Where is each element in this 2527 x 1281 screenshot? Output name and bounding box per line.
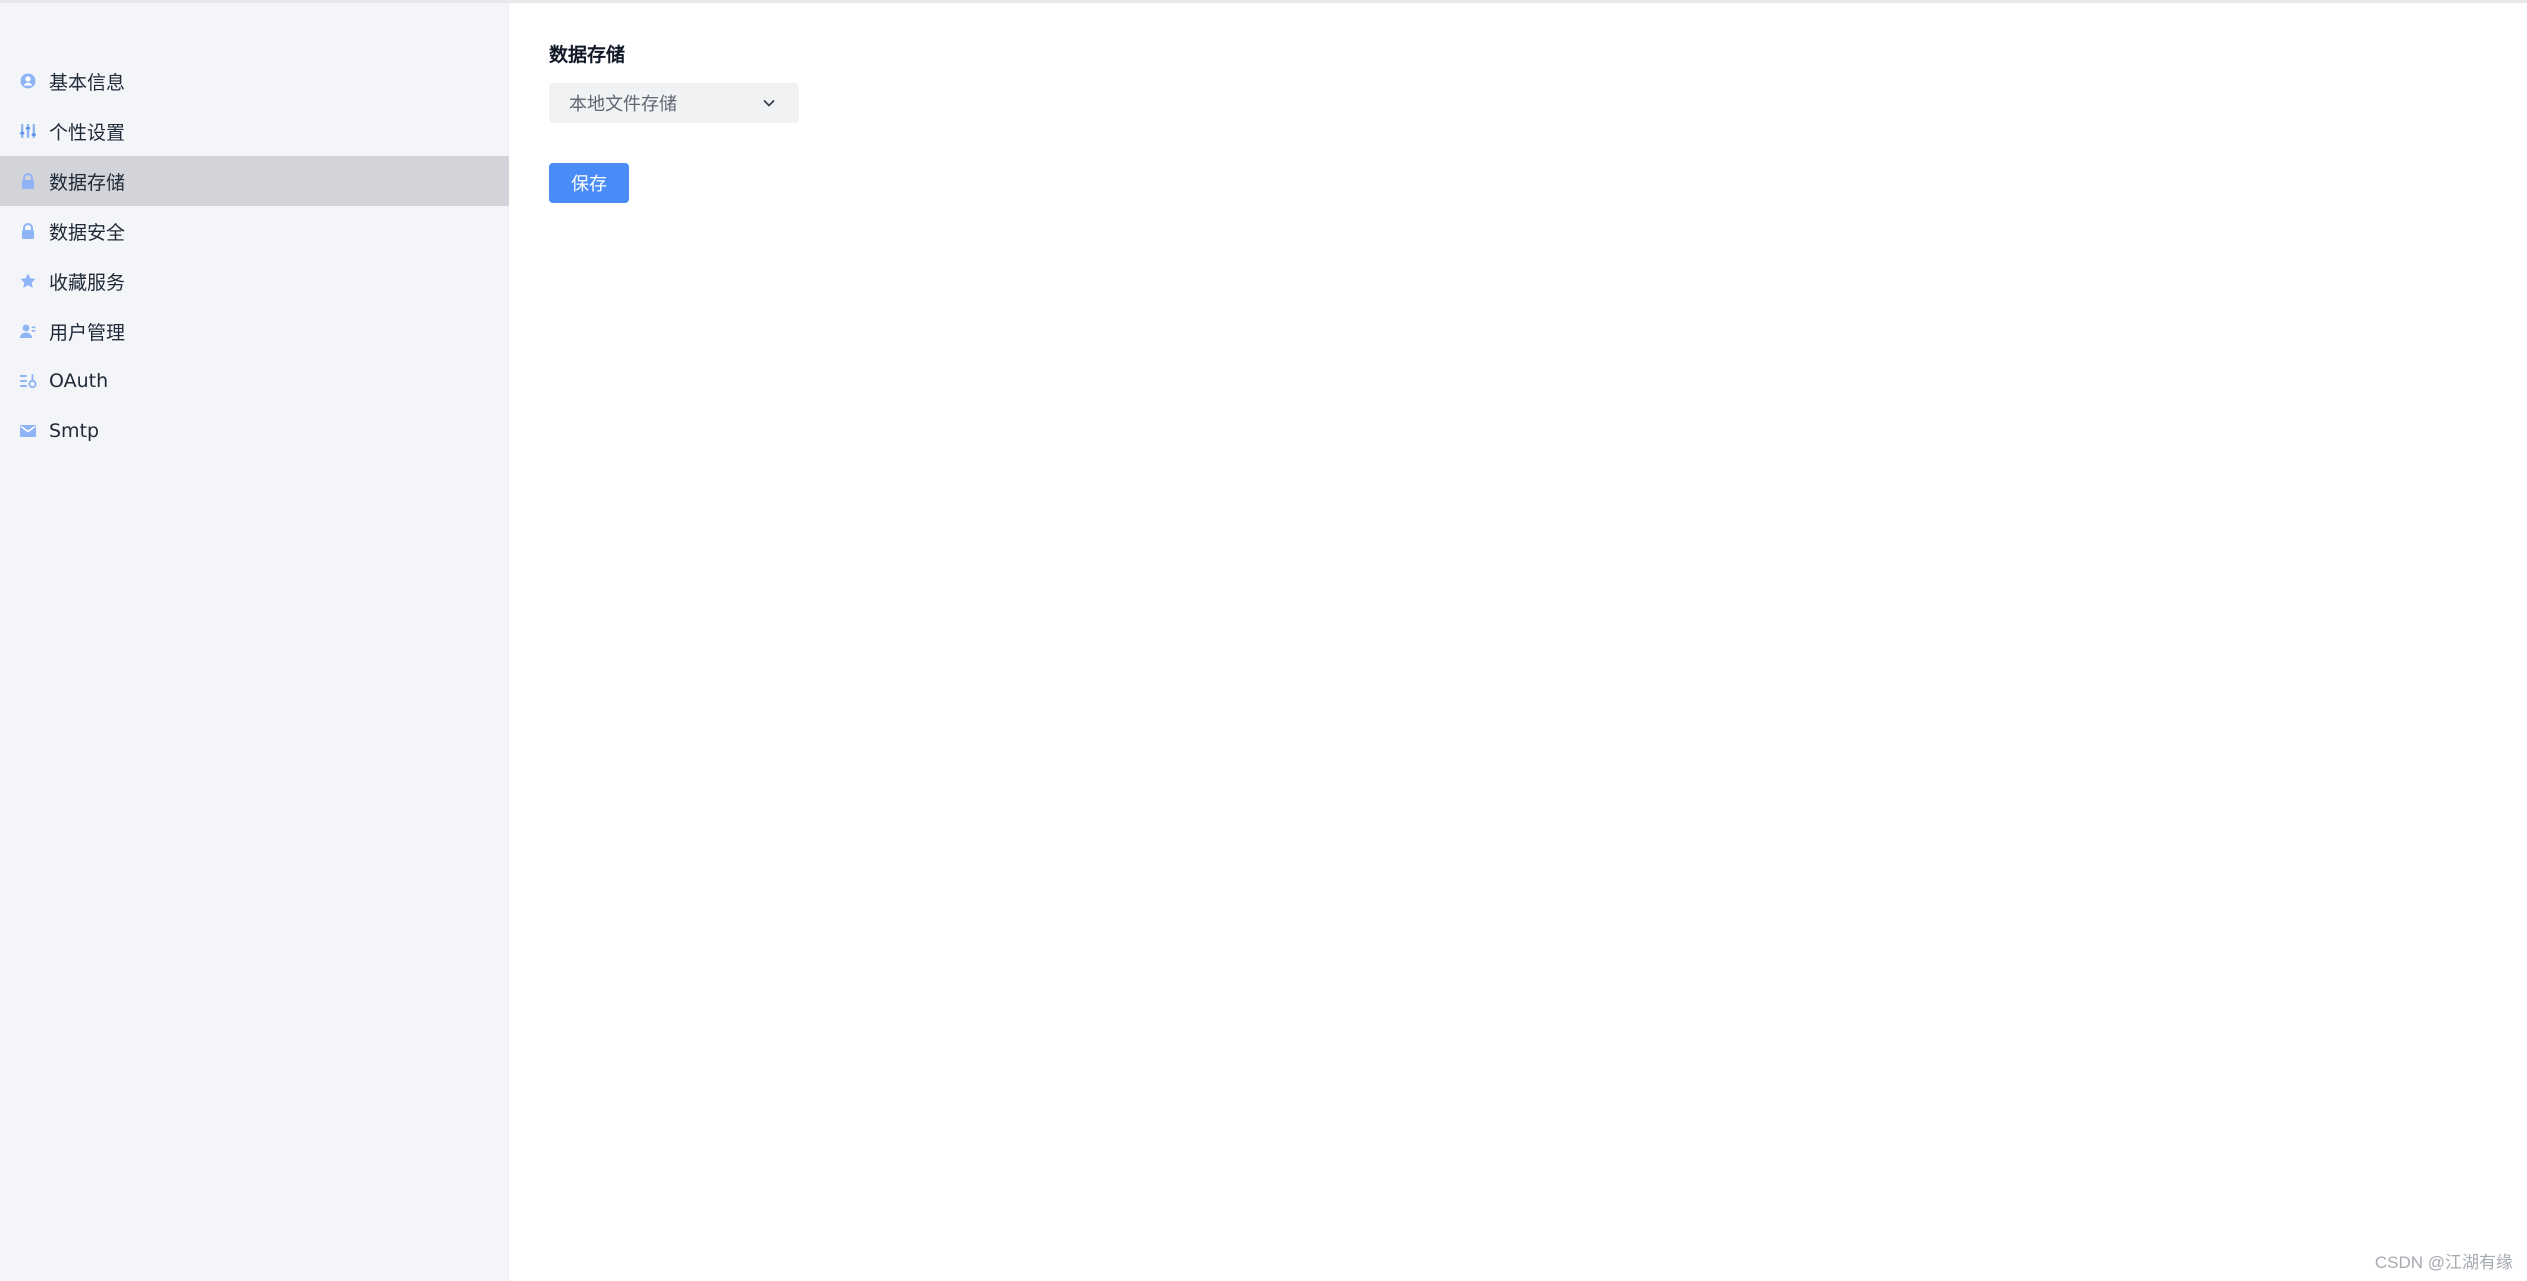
sidebar-item-personal-settings[interactable]: 个性设置 [0, 106, 509, 156]
watermark: CSDN @江湖有缘 [2374, 1253, 2513, 1272]
star-icon [19, 272, 37, 290]
lock-icon [19, 222, 37, 240]
page: 基本信息 个性设置 数据存储 数据安全 收藏服务 用户管理 OAuth Smtp… [0, 0, 2527, 1281]
sidebar-item-label: OAuth [49, 370, 109, 392]
sidebar-item-basic-info[interactable]: 基本信息 [0, 56, 509, 106]
sidebar-item-data-security[interactable]: 数据安全 [0, 206, 509, 256]
sidebar-menu: 基本信息 个性设置 数据存储 数据安全 收藏服务 用户管理 OAuth Smtp [0, 56, 509, 456]
sliders-icon [19, 122, 37, 140]
sidebar-item-smtp[interactable]: Smtp [0, 406, 509, 456]
sidebar-item-label: 个性设置 [49, 121, 126, 144]
section-title: 数据存储 [549, 44, 626, 66]
user-manage-icon [19, 322, 37, 340]
sidebar-item-data-storage[interactable]: 数据存储 [0, 156, 509, 206]
sidebar-item-label: Smtp [49, 420, 100, 442]
sidebar-item-label: 数据存储 [49, 171, 126, 194]
lock-icon [19, 172, 37, 190]
chevron-down-icon [761, 95, 777, 111]
main-content: 数据存储 本地文件存储 保存 [549, 42, 799, 203]
oauth-icon [19, 372, 37, 390]
user-circle-icon [19, 72, 37, 90]
sidebar-item-label: 收藏服务 [49, 271, 126, 294]
mail-icon [19, 422, 37, 440]
storage-type-value: 本地文件存储 [569, 94, 677, 115]
sidebar-item-label: 用户管理 [49, 321, 126, 344]
storage-type-select[interactable]: 本地文件存储 [549, 83, 799, 123]
sidebar-item-user-management[interactable]: 用户管理 [0, 306, 509, 356]
sidebar-item-oauth[interactable]: OAuth [0, 356, 509, 406]
save-button[interactable]: 保存 [549, 163, 629, 203]
sidebar-item-label: 数据安全 [49, 221, 126, 244]
sidebar-item-label: 基本信息 [49, 71, 126, 94]
sidebar: 基本信息 个性设置 数据存储 数据安全 收藏服务 用户管理 OAuth Smtp [0, 3, 509, 1281]
sidebar-item-favorites-service[interactable]: 收藏服务 [0, 256, 509, 306]
